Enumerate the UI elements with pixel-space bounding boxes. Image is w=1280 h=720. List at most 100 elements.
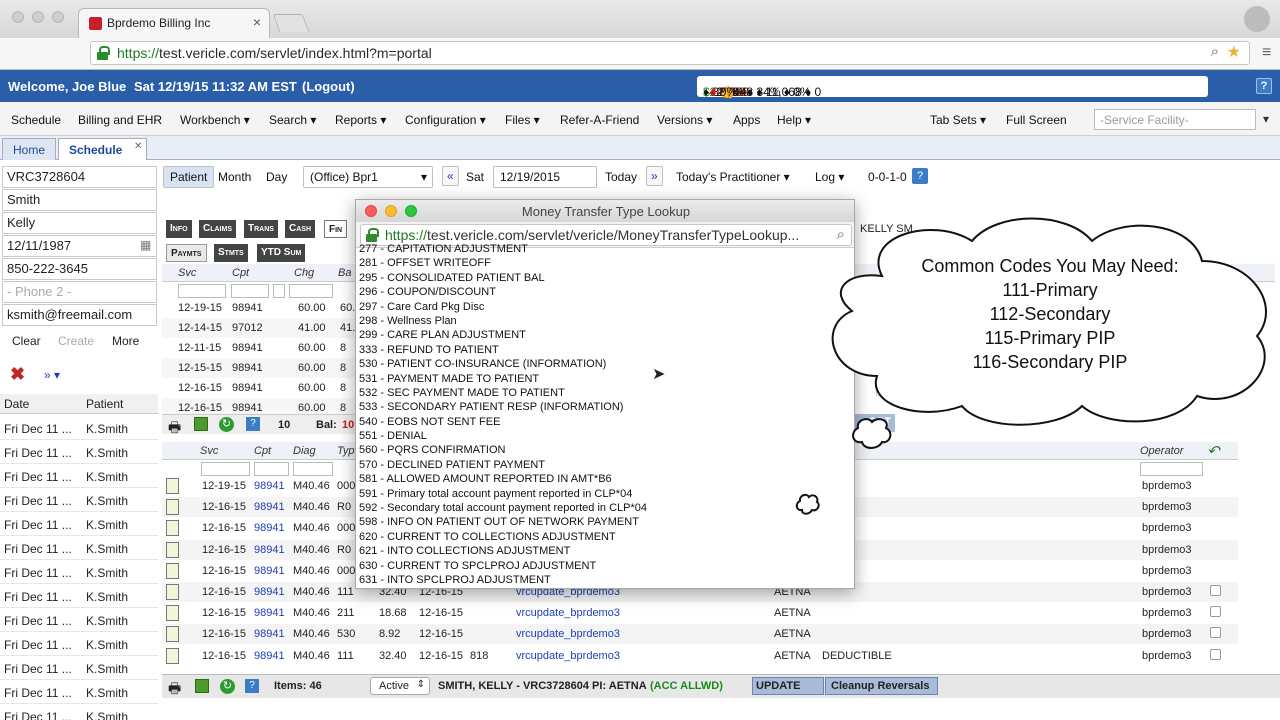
tab-stmts[interactable]: Stmts	[214, 244, 248, 262]
create-button[interactable]: Create	[58, 334, 94, 348]
menu-help[interactable]: Help ▾	[777, 113, 811, 127]
minimize-window-icon[interactable]	[32, 11, 44, 23]
row-checkbox[interactable]	[1210, 627, 1221, 639]
list-item[interactable]: Fri Dec 11 ... K.Smith	[0, 608, 158, 632]
table-row[interactable]: 12-16-15 98941 M40.46 111 32.40 12-16-15 818 vr…	[162, 646, 1238, 666]
chrome-menu-icon[interactable]: ≡	[1262, 44, 1271, 62]
document-icon[interactable]	[166, 584, 179, 600]
document-icon[interactable]	[166, 499, 179, 516]
row-checkbox[interactable]	[1210, 585, 1221, 596]
list-item[interactable]: Fri Dec 11 ... K.Smith	[0, 536, 158, 560]
tab-home[interactable]: Home	[2, 138, 57, 160]
list-item[interactable]: Fri Dec 11 ... K.Smith	[0, 680, 158, 704]
transfer-type-option[interactable]: 333 - REFUND TO PATIENT	[359, 343, 853, 357]
filter-svc[interactable]	[178, 284, 226, 298]
menu-full-screen[interactable]: Full Screen	[1006, 113, 1067, 127]
document-icon[interactable]	[166, 478, 179, 494]
col-bal[interactable]: Ba	[338, 267, 351, 279]
help-icon[interactable]: ?	[1256, 78, 1272, 94]
tab-claims[interactable]: Claims	[199, 220, 236, 238]
patient-view-button[interactable]: Patient	[163, 166, 215, 188]
col-cpt[interactable]: Cpt	[232, 267, 249, 279]
delete-icon[interactable]: ✖	[10, 364, 25, 385]
dob-field[interactable]: 12/11/1987	[2, 235, 157, 257]
document-icon[interactable]	[166, 647, 179, 664]
list-item[interactable]: Fri Dec 11 ... K.Smith	[0, 464, 158, 488]
col-svc[interactable]: Svc	[200, 445, 218, 457]
logout-link[interactable]: (Logout)	[302, 79, 355, 94]
menu-refer-a-friend[interactable]: Refer-A-Friend	[560, 113, 639, 127]
col-diag[interactable]: Diag	[293, 445, 316, 457]
menu-search[interactable]: Search ▾	[269, 113, 316, 127]
transfer-type-option[interactable]: 281 - OFFSET WRITEOFF	[359, 256, 853, 270]
update-link[interactable]: vrcupdate_bprdemo3	[516, 650, 620, 662]
menu-schedule[interactable]: Schedule	[11, 113, 61, 127]
list-item[interactable]: Fri Dec 11 ... K.Smith	[0, 488, 158, 512]
practitioner-dropdown[interactable]: Today's Practitioner ▾	[676, 170, 790, 184]
print-icon[interactable]: 🖶	[168, 417, 181, 441]
transfer-type-option[interactable]: 298 - Wellness Plan	[359, 314, 853, 328]
close-window-icon[interactable]	[12, 11, 24, 23]
document-icon[interactable]	[166, 562, 179, 579]
filter-chg[interactable]	[289, 284, 333, 298]
table-row[interactable]: 12-15-15 98941 60.00 8	[162, 358, 358, 378]
menu-configuration[interactable]: Configuration ▾	[405, 113, 486, 127]
popup-zoom-icon[interactable]	[405, 205, 417, 217]
list-item[interactable]: Fri Dec 11 ... K.Smith	[0, 704, 158, 720]
menu-versions[interactable]: Versions ▾	[657, 113, 712, 127]
menu-tab-sets[interactable]: Tab Sets ▾	[930, 113, 986, 127]
transfer-type-option[interactable]: 630 - CURRENT TO SPCLPROJ ADJUSTMENT	[359, 559, 853, 573]
browser-tab[interactable]: Bprdemo Billing Inc ×	[78, 8, 270, 38]
menu-apps[interactable]: Apps	[733, 113, 760, 127]
zoom-window-icon[interactable]	[52, 11, 64, 23]
list-item[interactable]: Fri Dec 11 ... K.Smith	[0, 440, 158, 464]
update-button[interactable]: UPDATE	[752, 677, 824, 695]
transfer-type-option[interactable]: 551 - DENIAL	[359, 429, 853, 443]
table-row[interactable]: 12-16-15 98941 M40.46 530 8.92 12-16-15 vrcupd…	[162, 624, 1238, 645]
toolbar-help-icon[interactable]: ?	[912, 168, 928, 184]
close-tab-icon[interactable]: ✕	[134, 141, 142, 152]
transfer-type-option[interactable]: 560 - PQRS CONFIRMATION	[359, 443, 853, 457]
cleanup-reversals-button[interactable]: Cleanup Reversals	[825, 677, 938, 695]
tab-fin[interactable]: Fin	[324, 220, 348, 238]
col-cpt[interactable]: Cpt	[254, 445, 271, 457]
transfer-type-option[interactable]: 533 - SECONDARY PATIENT RESP (INFORMATIO…	[359, 400, 853, 414]
status-select[interactable]: Active ⇕	[370, 677, 430, 695]
transfer-type-option[interactable]: 621 - INTO COLLECTIONS ADJUSTMENT	[359, 544, 853, 558]
transfer-type-option[interactable]: 296 - COUPON/DISCOUNT	[359, 285, 853, 299]
transfer-type-option[interactable]: 299 - CARE PLAN ADJUSTMENT	[359, 328, 853, 342]
menu-reports[interactable]: Reports ▾	[335, 113, 386, 127]
today-button[interactable]: Today	[605, 170, 637, 184]
refresh-icon[interactable]: ↻	[219, 417, 234, 432]
update-link[interactable]: vrcupdate_bprdemo3	[516, 628, 620, 640]
list-item[interactable]: Fri Dec 11 ... K.Smith	[0, 416, 158, 440]
col-operator[interactable]: Operator	[1140, 445, 1183, 457]
phone2-field[interactable]: - Phone 2 -	[2, 281, 157, 303]
tab-ytd-sum[interactable]: YTD Sum	[257, 244, 306, 262]
forward-icon[interactable]: » ▾	[44, 368, 60, 382]
clear-button[interactable]: Clear	[12, 334, 41, 348]
popup-close-icon[interactable]	[365, 205, 377, 217]
tab-info[interactable]: Info	[166, 220, 192, 238]
service-facility-select[interactable]: -Service Facility-	[1094, 109, 1269, 130]
last-name-field[interactable]: Smith	[2, 189, 157, 211]
url-field[interactable]: https://test.vericle.com/servlet/index.h…	[90, 41, 1250, 65]
table-row[interactable]: 12-14-15 97012 41.00 41.	[162, 318, 358, 338]
tab-paymts[interactable]: Paymts	[166, 244, 207, 262]
transfer-type-option[interactable]: 598 - INFO ON PATIENT OUT OF NETWORK PAY…	[359, 515, 853, 529]
transfer-type-option[interactable]: 532 - SEC PAYMENT MADE TO PATIENT	[359, 386, 853, 400]
update-link[interactable]: vrcupdate_bprdemo3	[516, 607, 620, 619]
transfer-type-option[interactable]: 570 - DECLINED PATIENT PAYMENT	[359, 458, 853, 472]
status-help-icon[interactable]: ?	[245, 679, 259, 693]
transfer-type-option[interactable]: 620 - CURRENT TO COLLECTIONS ADJUSTMENT	[359, 530, 853, 544]
spreadsheet-icon[interactable]	[194, 417, 208, 431]
next-date-button[interactable]: »	[646, 166, 663, 186]
table-row[interactable]: 12-19-15 98941 60.00 60.	[162, 298, 358, 318]
patient-column-header[interactable]: Patient	[86, 397, 123, 411]
row-checkbox[interactable]	[1210, 648, 1221, 660]
transfer-type-option[interactable]: 531 - PAYMENT MADE TO PATIENT	[359, 372, 853, 386]
filter-cpt[interactable]	[231, 284, 269, 298]
transfer-type-option[interactable]: 277 - CAPITATION ADJUSTMENT	[359, 242, 853, 256]
list-item[interactable]: Fri Dec 11 ... K.Smith	[0, 584, 158, 608]
transfer-type-option[interactable]: 295 - CONSOLIDATED PATIENT BAL	[359, 271, 853, 285]
